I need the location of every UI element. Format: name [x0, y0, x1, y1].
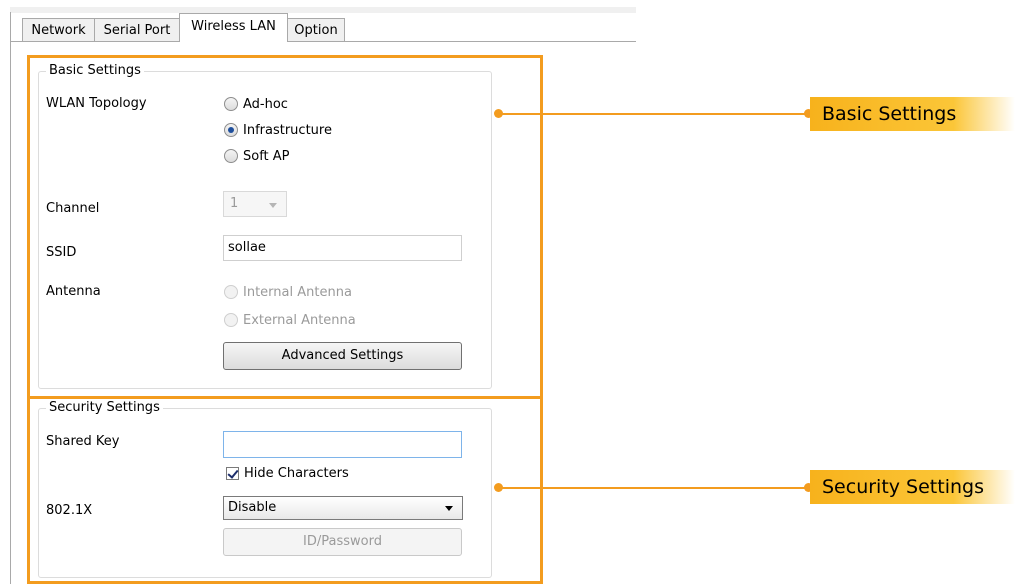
- basic-settings-callout-label: Basic Settings: [810, 97, 1015, 131]
- security-settings-highlight: [27, 396, 543, 584]
- tab-wireless-lan[interactable]: Wireless LAN: [179, 13, 288, 42]
- tab-strip-background: [10, 7, 636, 13]
- tab-option[interactable]: Option: [287, 18, 345, 41]
- window-left-border: [10, 12, 11, 584]
- security-callout-line: [499, 487, 808, 489]
- tab-network[interactable]: Network: [22, 18, 95, 41]
- tab-serial-port[interactable]: Serial Port: [94, 18, 180, 41]
- security-settings-callout-label: Security Settings: [810, 470, 1015, 504]
- basic-settings-highlight: [27, 55, 543, 399]
- basic-callout-line: [499, 113, 808, 115]
